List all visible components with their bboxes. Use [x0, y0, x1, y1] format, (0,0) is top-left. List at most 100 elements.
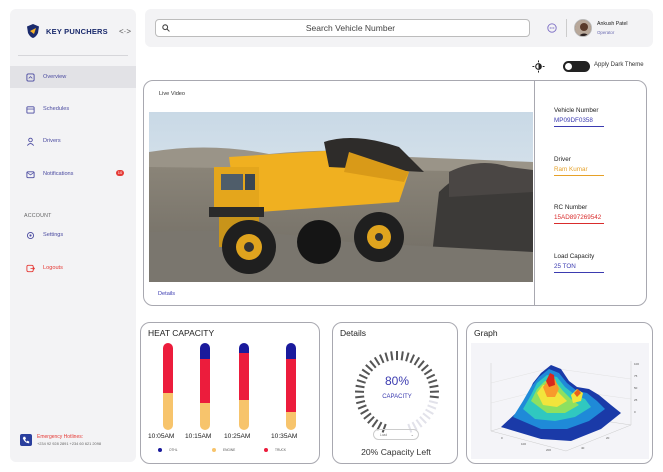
- sidebar-item-label: Notifications: [43, 171, 74, 177]
- gauge-tick: [390, 351, 394, 361]
- vehicle-number-value: MP09DF0358: [554, 117, 604, 127]
- rc-number-label: RC Number: [554, 204, 588, 211]
- hotline-title: Emergency Hotlines:: [37, 434, 84, 440]
- sidebar-item-schedules[interactable]: Schedules: [10, 98, 136, 120]
- video-details-link[interactable]: Details: [158, 291, 175, 297]
- chevron-down-icon: ⌄: [410, 432, 414, 437]
- sidebar-item-drivers[interactable]: Drivers: [10, 130, 136, 152]
- hotline-numbers: +234 92 928 2891 +234 60 621 2098: [37, 441, 102, 446]
- avatar[interactable]: [574, 19, 592, 37]
- vehicle-number-field: Vehicle Number MP09DF0358: [554, 107, 604, 127]
- overview-icon: [26, 72, 35, 82]
- search-icon: [162, 24, 170, 32]
- sidebar-item-label: Settings: [43, 232, 64, 238]
- dark-theme-toggle[interactable]: [563, 61, 590, 72]
- legend-label: ENGINE: [223, 448, 236, 452]
- sidebar-item-settings[interactable]: Settings: [10, 224, 136, 246]
- legend-item-engine: ENGINE: [212, 448, 235, 452]
- logout-icon: [26, 264, 35, 272]
- gauge-tick: [373, 356, 381, 366]
- gauge-tick: [371, 419, 379, 428]
- capacity-gauge: 80% CAPACITY: [354, 351, 440, 433]
- heat-bar-time-label: 10:05AM: [148, 433, 175, 440]
- search-box[interactable]: [155, 19, 530, 37]
- calendar-icon: [26, 105, 35, 114]
- section-label-account: ACCOUNT: [24, 213, 52, 219]
- gauge-tick: [429, 395, 439, 399]
- brand-logo-icon: [27, 24, 39, 38]
- gauge-tick: [415, 419, 423, 428]
- gauge-tick: [369, 360, 377, 369]
- heat-bar-segment-engine: [286, 411, 296, 430]
- brightness-icon[interactable]: [532, 60, 545, 73]
- heat-bar: [239, 343, 249, 430]
- sidebar: KEY PUNCHERS <·> Overview Schedules Driv…: [10, 9, 136, 462]
- heat-bar-time-label: 10:35AM: [271, 433, 298, 440]
- load-dropdown-value: Load: [380, 433, 388, 437]
- heat-bar-segment-engine: [200, 403, 210, 430]
- collapse-sidebar-icon[interactable]: <·>: [119, 27, 131, 36]
- top-header: Ankush Patel Operator: [145, 9, 653, 47]
- person-icon: [26, 137, 35, 146]
- load-capacity-value: 25 TON: [554, 263, 604, 273]
- details-card: Details 80% CAPACITY Load ⌄ 20% Capacity…: [332, 322, 458, 464]
- gauge-tick: [428, 400, 438, 405]
- gauge-tick: [420, 364, 429, 372]
- sidebar-item-logouts[interactable]: Logouts: [10, 257, 136, 279]
- load-dropdown[interactable]: Load ⌄: [373, 429, 419, 440]
- gauge-tick: [365, 364, 374, 372]
- search-input[interactable]: [178, 21, 523, 35]
- svg-text:75: 75: [634, 374, 638, 378]
- heat-capacity-card: HEAT CAPACITY OTHL ENGINE TRUCK 10:05AM 1…: [140, 322, 320, 464]
- svg-text:20: 20: [606, 436, 610, 440]
- gauge-tick: [405, 352, 410, 362]
- legend-dot: [212, 448, 216, 452]
- sidebar-item-label: Logouts: [43, 265, 63, 271]
- live-video-card: Live Video Details Vehicle Number MP09DF…: [143, 80, 647, 306]
- load-capacity-label: Load Capacity: [554, 253, 595, 260]
- gauge-tick: [356, 379, 366, 384]
- graph-title: Graph: [474, 328, 498, 338]
- user-role: Operator: [597, 30, 615, 35]
- sidebar-item-notifications[interactable]: Notifications 10: [10, 163, 136, 185]
- gauge-tick: [409, 354, 415, 364]
- gauge-tick: [363, 412, 372, 420]
- driver-label: Driver: [554, 156, 571, 163]
- heat-bar-segment-othl: [286, 343, 296, 359]
- surface-plot[interactable]: 1007550250 0100200 4020: [471, 343, 649, 459]
- live-video-player[interactable]: [149, 112, 533, 282]
- live-video-title: Live Video: [159, 91, 186, 97]
- gauge-tick: [417, 360, 425, 369]
- heat-bar: [163, 343, 173, 430]
- sidebar-item-label: Drivers: [43, 138, 61, 144]
- heat-bar-segment-truck: [286, 358, 296, 412]
- heat-bar-segment-engine: [239, 400, 249, 430]
- chat-icon[interactable]: [547, 23, 557, 33]
- info-divider: [534, 81, 535, 305]
- svg-text:50: 50: [634, 386, 638, 390]
- heat-bar-segment-truck: [200, 358, 210, 404]
- gauge-tick: [400, 351, 404, 361]
- gauge-tick: [429, 384, 439, 389]
- heat-bar-segment-othl: [239, 343, 249, 354]
- notification-badge: 10: [116, 170, 124, 176]
- heat-bar: [200, 343, 210, 430]
- brand[interactable]: KEY PUNCHERS: [25, 23, 108, 39]
- sidebar-item-overview[interactable]: Overview: [10, 66, 136, 88]
- gauge-tick: [426, 373, 436, 380]
- emergency-hotline[interactable]: Emergency Hotlines: +234 92 928 2891 +23…: [20, 428, 130, 452]
- user-name: Ankush Patel: [597, 21, 628, 27]
- gauge-tick: [356, 400, 366, 405]
- gauge-tick: [425, 408, 434, 415]
- legend-label: OTHL: [169, 448, 178, 452]
- gauge-tick: [428, 379, 438, 384]
- driver-field: Driver Ram Kumar: [554, 156, 604, 176]
- gauge-percent: 80%: [385, 374, 409, 388]
- gauge-tick: [361, 368, 371, 376]
- legend-dot: [264, 448, 268, 452]
- brand-name: KEY PUNCHERS: [46, 26, 108, 36]
- sidebar-item-label: Schedules: [43, 106, 70, 112]
- gauge-tick: [423, 368, 433, 376]
- gauge-caption: CAPACITY: [382, 394, 412, 400]
- legend-dot: [158, 448, 162, 452]
